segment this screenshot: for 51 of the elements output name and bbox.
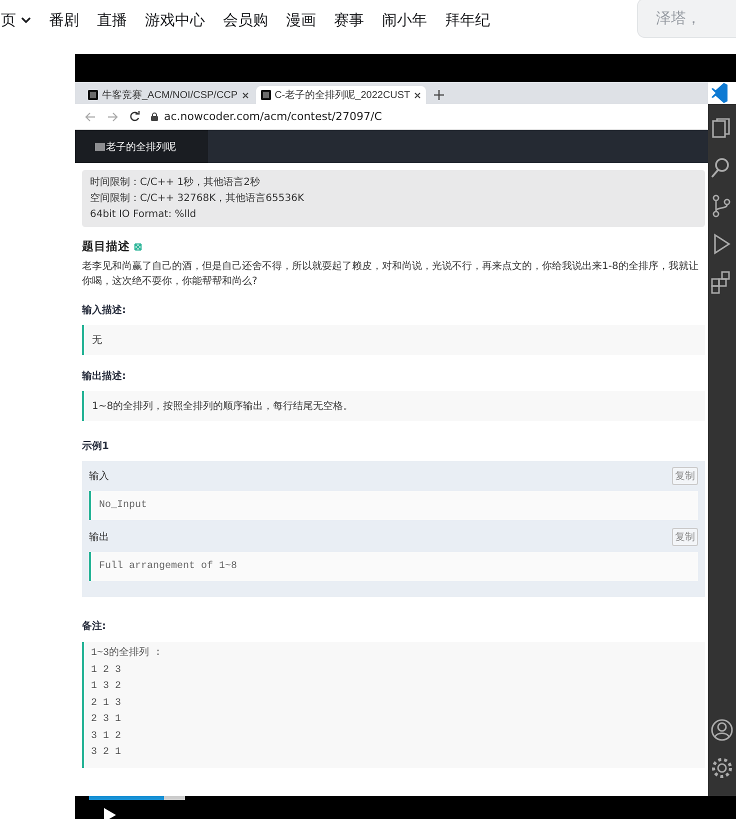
tab-title: 牛客竞赛_ACM/NOI/CSP/CCP [102, 88, 238, 102]
site-logo-icon [260, 90, 271, 100]
account-icon[interactable] [710, 718, 734, 742]
section-heading: 输出描述: [82, 370, 127, 383]
note-line: 1 3 2 [91, 680, 122, 694]
reload-icon[interactable] [129, 111, 140, 122]
note-line: 2 1 3 [91, 696, 122, 710]
nav-link[interactable]: 直播 [97, 10, 127, 30]
note-line: 1~3的全排列 : [91, 646, 162, 661]
limit-text: 64bit IO Format: %lld [90, 208, 198, 222]
site-logo-icon [88, 90, 98, 100]
section-body: 无 [82, 325, 705, 355]
code-block: No_Input [89, 491, 698, 520]
example-label: 输出 [89, 530, 109, 544]
settings-icon[interactable] [710, 756, 734, 780]
code-block: Full arrangement of 1~8 [89, 552, 698, 581]
note-line: 2 3 1 [91, 713, 122, 727]
browser-tab[interactable]: C-老子的全排列呢_2022CUST [256, 86, 426, 104]
section-heading: 题目描述 [82, 239, 130, 254]
close-icon[interactable] [242, 92, 249, 98]
problem-tab[interactable]: 老子的全排列呢 [75, 130, 208, 163]
nav-link[interactable]: 赛事 [334, 10, 364, 30]
expand-arrows-icon[interactable] [134, 242, 142, 250]
nav-link[interactable]: 番剧 [49, 10, 79, 30]
section-heading: 输入描述: [82, 304, 127, 317]
example-title: 示例1 [82, 440, 110, 453]
note-line: 3 1 2 [91, 730, 122, 744]
limit-text: 空间限制：C/C++ 32768K，其他语言65536K [90, 192, 306, 206]
nav-link[interactable]: 闹小年 [382, 10, 427, 30]
close-icon[interactable] [414, 92, 422, 98]
section-body: 1~8的全排列，按照全排列的顺序输出，每行结尾无空格。 [82, 391, 705, 421]
note-line: 3 2 1 [91, 746, 122, 760]
problem-title: 老子的全排列呢 [106, 140, 176, 154]
nav-link[interactable]: 拜年纪 [445, 10, 490, 30]
section-heading: 备注: [82, 619, 107, 633]
vscode-logo-icon[interactable] [708, 82, 736, 104]
example-label: 输入 [89, 470, 109, 483]
nav-link[interactable]: 游戏中心 [145, 10, 205, 30]
lock-icon [151, 112, 158, 121]
limit-text: 时间限制：C/C++ 1秒，其他语言2秒 [90, 176, 261, 190]
browser-tab[interactable]: 牛客竞赛_ACM/NOI/CSP/CCP [83, 86, 254, 104]
search-field[interactable]: 泽塔， [637, 0, 736, 38]
nav-link[interactable]: 页 [1, 10, 31, 30]
description-text: 老李见和尚赢了自己的酒，但是自己还舍不得，所以就耍起了赖皮，对和尚说，光说不行，再来点文的，你给我说出来1-8的全排序，我就让你喝，这次绝不耍你，你能帮帮和尚么? [82, 260, 700, 289]
play-icon[interactable] [103, 807, 117, 819]
note-line: 1 2 3 [91, 664, 122, 678]
plus-icon[interactable] [434, 90, 444, 100]
nav-link[interactable]: 漫画 [286, 10, 316, 30]
list-icon [95, 142, 105, 150]
nav-link[interactable]: 会员购 [223, 10, 268, 30]
tab-title: C-老子的全排列呢_2022CUST [274, 88, 410, 102]
